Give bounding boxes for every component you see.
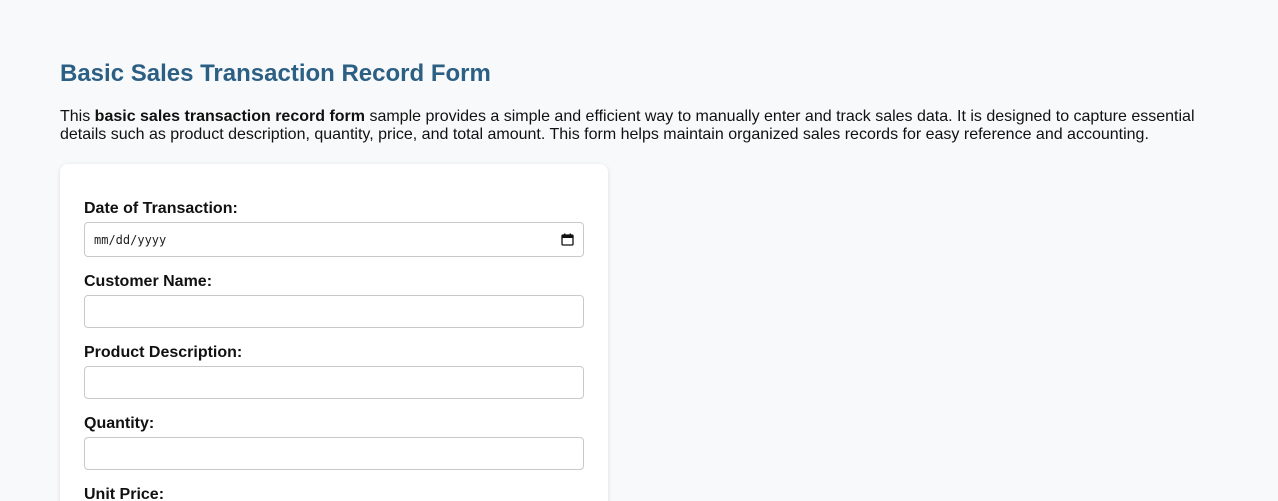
intro-bold: basic sales transaction record form [94, 108, 365, 125]
quantity-label: Quantity: [84, 415, 155, 432]
product-description-label: Product Description: [84, 344, 243, 361]
page-title: Basic Sales Transaction Record Form [60, 60, 491, 87]
unit-price-label: Unit Price: [84, 486, 165, 501]
customer-name-label: Customer Name: [84, 273, 213, 290]
intro-paragraph: This basic sales transaction record form… [60, 108, 1210, 144]
date-label: Date of Transaction: [84, 200, 238, 217]
form-card: Date of Transaction: mm/dd/yyyy Customer… [60, 164, 608, 501]
intro-prefix: This [60, 108, 95, 125]
customer-name-input[interactable] [84, 295, 584, 328]
calendar-icon[interactable] [561, 233, 574, 246]
date-placeholder: mm/dd/yyyy [94, 232, 167, 247]
date-input[interactable]: mm/dd/yyyy [84, 222, 584, 257]
page: Basic Sales Transaction Record Form This… [0, 0, 1278, 501]
quantity-input[interactable] [84, 437, 584, 470]
product-description-input[interactable] [84, 366, 584, 399]
